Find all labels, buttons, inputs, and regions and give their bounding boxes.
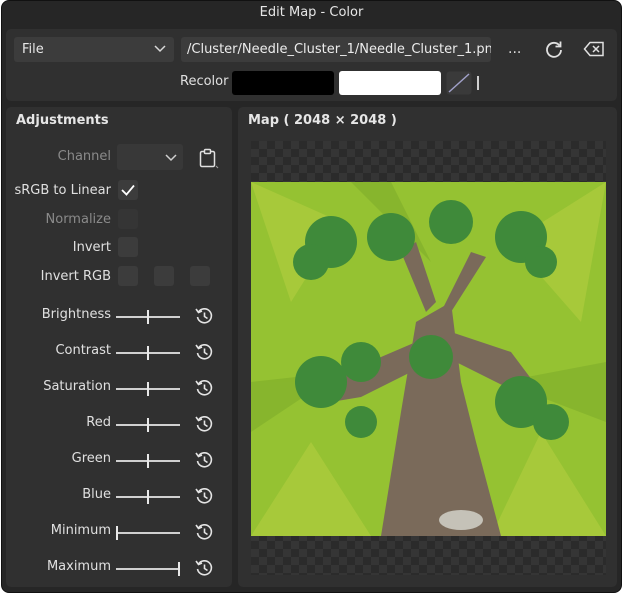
brightness-label: Brightness xyxy=(41,307,111,322)
clipboard-icon[interactable] xyxy=(198,147,220,169)
minimum-slider[interactable] xyxy=(116,532,180,534)
recolor-label: Recolor xyxy=(180,74,229,89)
reset-history-icon[interactable] xyxy=(194,450,214,470)
brightness-slider-thumb[interactable] xyxy=(147,310,149,324)
reset-history-icon[interactable] xyxy=(194,558,214,578)
reset-history-icon[interactable] xyxy=(194,522,214,542)
adjustments-panel: Adjustments Channel sRGB to Linear Norma… xyxy=(6,107,232,587)
red-slider-thumb[interactable] xyxy=(147,418,149,432)
srgb-label: sRGB to Linear xyxy=(14,183,111,198)
invert-rgb-label: Invert RGB xyxy=(40,269,111,284)
map-title: Map ( 2048 × 2048 ) xyxy=(248,113,397,128)
gradient-curve-icon[interactable] xyxy=(446,71,472,95)
recolor-to-swatch[interactable] xyxy=(339,71,441,95)
contrast-slider-thumb[interactable] xyxy=(147,346,149,360)
toolbar: File /Cluster/Needle_Cluster_1/Needle_Cl… xyxy=(6,29,617,101)
reset-history-icon[interactable] xyxy=(194,486,214,506)
minimum-slider-thumb[interactable] xyxy=(116,526,118,540)
window-title: Edit Map - Color xyxy=(259,5,364,20)
file-dropdown-label: File xyxy=(22,42,44,57)
recolor-handle[interactable] xyxy=(477,76,479,90)
maximum-slider-thumb[interactable] xyxy=(178,562,180,576)
chevron-down-icon xyxy=(165,154,177,162)
green-slider-thumb[interactable] xyxy=(147,454,149,468)
file-dropdown[interactable]: File xyxy=(14,37,174,62)
saturation-label: Saturation xyxy=(43,379,111,394)
invert-b-checkbox[interactable] xyxy=(190,266,210,286)
reset-history-icon[interactable] xyxy=(194,342,214,362)
srgb-checkbox[interactable] xyxy=(118,180,138,200)
red-label: Red xyxy=(86,415,111,430)
map-preview-image[interactable] xyxy=(251,182,606,536)
minimum-label: Minimum xyxy=(50,523,111,538)
blue-slider-thumb[interactable] xyxy=(147,490,149,504)
saturation-slider-thumb[interactable] xyxy=(147,382,149,396)
reload-icon[interactable] xyxy=(544,39,564,59)
chevron-down-icon xyxy=(154,45,166,53)
contrast-label: Contrast xyxy=(55,343,111,358)
reset-history-icon[interactable] xyxy=(194,378,214,398)
file-path-field[interactable]: /Cluster/Needle_Cluster_1/Needle_Cluster… xyxy=(181,37,491,62)
recolor-from-swatch[interactable] xyxy=(232,71,334,95)
invert-r-checkbox[interactable] xyxy=(118,266,138,286)
maximum-label: Maximum xyxy=(46,559,111,574)
green-label: Green xyxy=(71,451,111,466)
invert-label: Invert xyxy=(72,240,111,255)
adjustments-title: Adjustments xyxy=(16,113,109,128)
more-button[interactable]: ... xyxy=(508,37,521,62)
invert-g-checkbox[interactable] xyxy=(154,266,174,286)
reset-history-icon[interactable] xyxy=(194,414,214,434)
maximum-slider[interactable] xyxy=(116,568,180,570)
edit-map-window: Edit Map - Color File /Cluster/Needle_Cl… xyxy=(1,0,622,593)
normalize-checkbox[interactable] xyxy=(118,209,138,229)
normalize-label: Normalize xyxy=(45,212,111,227)
map-panel: Map ( 2048 × 2048 ) xyxy=(238,107,617,587)
reset-history-icon[interactable] xyxy=(194,306,214,326)
clear-icon[interactable] xyxy=(583,41,605,57)
channel-label: Channel xyxy=(57,149,111,164)
channel-dropdown[interactable] xyxy=(117,144,183,170)
invert-checkbox[interactable] xyxy=(118,237,138,257)
check-icon xyxy=(121,184,135,196)
blue-label: Blue xyxy=(82,487,111,502)
